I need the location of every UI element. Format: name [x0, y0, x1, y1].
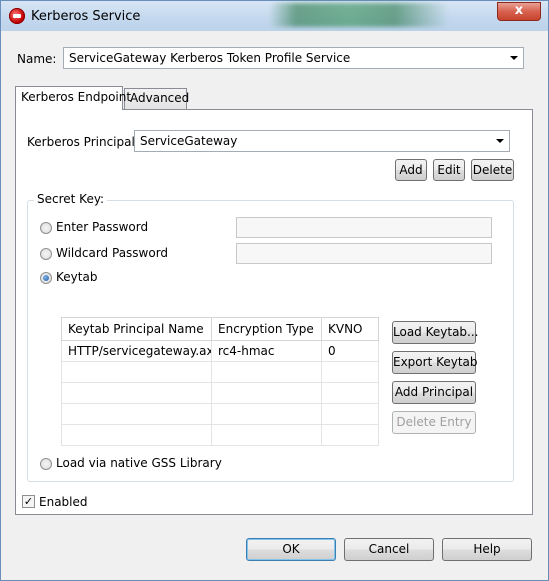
column-header-encryption-type[interactable]: Encryption Type [211, 317, 322, 341]
table-cell [61, 382, 212, 404]
chevron-down-icon[interactable] [496, 139, 504, 143]
keytab-table[interactable]: Keytab Principal Name Encryption Type KV… [61, 317, 379, 446]
column-header-kvno[interactable]: KVNO [321, 317, 379, 341]
table-cell [211, 361, 322, 383]
table-cell [61, 424, 212, 446]
table-cell [61, 403, 212, 425]
table-cell [321, 382, 379, 404]
native-gss-label[interactable]: Load via native GSS Library [56, 456, 222, 470]
wildcard-password-label[interactable]: Wildcard Password [56, 246, 168, 260]
table-row[interactable]: HTTP/servicegateway.ax... rc4-hmac 0 [61, 340, 379, 362]
help-button[interactable]: Help [442, 538, 532, 561]
wildcard-password-radio[interactable] [40, 248, 52, 260]
table-cell: HTTP/servicegateway.ax... [61, 340, 212, 362]
table-cell [61, 361, 212, 383]
table-cell [211, 382, 322, 404]
kerberos-principal-value: ServiceGateway [140, 134, 238, 148]
name-value: ServiceGateway Kerberos Token Profile Se… [69, 51, 351, 65]
name-combobox[interactable]: ServiceGateway Kerberos Token Profile Se… [63, 47, 524, 69]
kerberos-principal-label: Kerberos Principal: [27, 135, 139, 149]
delete-entry-button[interactable]: Delete Entry [392, 411, 476, 434]
table-cell: 0 [321, 340, 379, 362]
export-keytab-button[interactable]: Export Keytab [392, 351, 478, 374]
table-cell: rc4-hmac [211, 340, 322, 362]
ok-button[interactable]: OK [246, 538, 336, 561]
enabled-label[interactable]: Enabled [39, 495, 88, 509]
table-row[interactable] [61, 361, 379, 383]
secret-key-title: Secret Key: [34, 192, 108, 206]
table-row[interactable] [61, 403, 379, 425]
table-row[interactable] [61, 424, 379, 446]
enter-password-label[interactable]: Enter Password [56, 220, 148, 234]
name-label: Name: [17, 52, 57, 66]
tab-advanced[interactable]: Advanced [124, 88, 189, 109]
add-keytab-principal-button[interactable]: Add Principal [392, 381, 476, 404]
edit-principal-button[interactable]: Edit [433, 159, 465, 181]
table-cell [211, 403, 322, 425]
delete-principal-button[interactable]: Delete [471, 159, 514, 181]
cancel-button[interactable]: Cancel [344, 538, 434, 561]
native-gss-radio[interactable] [40, 458, 52, 470]
load-keytab-button[interactable]: Load Keytab... [392, 321, 478, 344]
table-cell [321, 424, 379, 446]
table-cell [211, 424, 322, 446]
kerberos-principal-combobox[interactable]: ServiceGateway [134, 130, 510, 152]
title-bar-background-blur [269, 3, 449, 27]
wildcard-password-field[interactable] [236, 243, 492, 264]
enter-password-radio[interactable] [40, 222, 52, 234]
password-field[interactable] [236, 217, 492, 238]
table-cell [321, 403, 379, 425]
table-row[interactable] [61, 382, 379, 404]
keytab-label[interactable]: Keytab [56, 270, 97, 284]
app-icon [9, 8, 25, 24]
chevron-down-icon[interactable] [510, 56, 518, 60]
enabled-checkbox[interactable]: ✓ [22, 495, 35, 508]
close-button[interactable]: x [497, 2, 541, 21]
add-principal-button[interactable]: Add [395, 159, 427, 181]
title-bar[interactable]: Kerberos Service x [1, 1, 548, 31]
window-title: Kerberos Service [31, 9, 141, 24]
table-header-row: Keytab Principal Name Encryption Type KV… [61, 317, 379, 341]
kerberos-service-dialog: Kerberos Service x Name: ServiceGateway … [0, 0, 549, 581]
keytab-radio[interactable] [40, 272, 52, 284]
column-header-principal-name[interactable]: Keytab Principal Name [61, 317, 212, 341]
table-cell [321, 361, 379, 383]
tab-kerberos-endpoint[interactable]: Kerberos Endpoint [15, 86, 131, 110]
